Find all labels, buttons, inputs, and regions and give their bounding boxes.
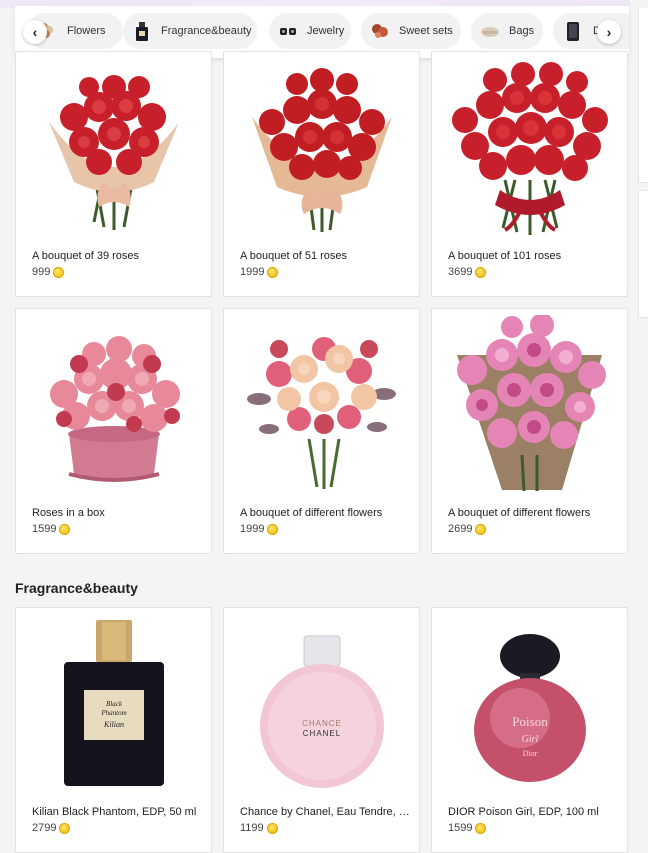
- category-label: Jewelry: [307, 25, 345, 37]
- product-image-kilian-black-phantom: Black Phantom Kilian: [16, 608, 211, 798]
- candy-icon: [369, 19, 391, 43]
- coin-icon: [267, 266, 279, 278]
- product-price: 1599: [32, 523, 71, 535]
- coin-icon: [266, 822, 278, 834]
- category-next-button[interactable]: ›: [597, 20, 621, 44]
- chevron-left-icon: ‹: [32, 24, 38, 40]
- product-card[interactable]: Black Phantom Kilian Kilian Black Phanto…: [15, 607, 212, 853]
- svg-text:Dior: Dior: [522, 749, 537, 758]
- product-image-bouquet-51-roses: [224, 52, 419, 242]
- category-label: Fragrance&beauty: [161, 25, 252, 37]
- category-chip-sweet-sets[interactable]: Sweet sets: [361, 13, 461, 49]
- category-label: Flowers: [67, 25, 106, 37]
- device-icon: [561, 19, 585, 43]
- coin-icon: [475, 523, 487, 535]
- category-label: Bags: [509, 25, 535, 37]
- category-prev-button[interactable]: ‹: [23, 20, 47, 44]
- product-card[interactable]: Poison Girl Dior DIOR Poison Girl, EDP, …: [431, 607, 628, 853]
- product-price: 2799: [32, 822, 71, 834]
- coin-icon: [59, 822, 71, 834]
- coin-icon: [475, 266, 487, 278]
- product-image-mixed-bouquet: [224, 309, 419, 499]
- product-name: A bouquet of different flowers: [448, 507, 591, 519]
- product-image-mixed-bouquet-large: [432, 309, 627, 499]
- section-title-fragrance: Fragrance&beauty: [15, 580, 138, 596]
- product-card[interactable]: CHANCE CHANEL Chance by Chanel, Eau Tend…: [223, 607, 420, 853]
- coin-icon: [475, 822, 487, 834]
- svg-text:Poison: Poison: [512, 714, 548, 729]
- svg-text:CHANCE: CHANCE: [302, 719, 342, 728]
- product-card[interactable]: A bouquet of 101 roses 3699: [431, 51, 628, 297]
- product-image-chanel-chance: CHANCE CHANEL: [224, 608, 419, 798]
- perfume-icon: [131, 19, 153, 43]
- product-name: Roses in a box: [32, 507, 105, 519]
- product-price: 1999: [240, 266, 279, 278]
- product-image-bouquet-39-roses: [16, 52, 211, 242]
- svg-text:Kilian: Kilian: [102, 720, 123, 729]
- bag-icon: [479, 19, 501, 43]
- coin-icon: [267, 523, 279, 535]
- product-name: Kilian Black Phantom, EDP, 50 ml: [32, 806, 197, 818]
- chevron-right-icon: ›: [606, 24, 612, 40]
- svg-text:Phantom: Phantom: [100, 709, 126, 717]
- category-chip-jewelry[interactable]: Jewelry: [269, 13, 351, 49]
- product-price: 999: [32, 266, 65, 278]
- category-chip-fragrance[interactable]: Fragrance&beauty: [123, 13, 257, 49]
- product-image-bouquet-101-roses: [432, 52, 627, 242]
- product-price: 2699: [448, 523, 487, 535]
- product-name: A bouquet of different flowers: [240, 507, 383, 519]
- product-price: 1199: [240, 822, 278, 834]
- product-card[interactable]: A bouquet of 39 roses 999: [15, 51, 212, 297]
- svg-text:Black: Black: [106, 700, 123, 708]
- product-image-dior-poison-girl: Poison Girl Dior: [432, 608, 627, 798]
- product-name: Chance by Chanel, Eau Tendre, EDT: [240, 806, 410, 818]
- jewelry-icon: [277, 19, 299, 43]
- product-card[interactable]: A bouquet of different flowers 1999: [223, 308, 420, 554]
- product-price: 1599: [448, 822, 487, 834]
- product-card[interactable]: A bouquet of different flowers 2699: [431, 308, 628, 554]
- product-image-roses-in-box: [16, 309, 211, 499]
- side-panel-edge-lower: [638, 190, 648, 318]
- product-name: DIOR Poison Girl, EDP, 100 ml: [448, 806, 599, 818]
- product-price: 1999: [240, 523, 279, 535]
- side-panel-edge: [638, 8, 648, 183]
- coin-icon: [59, 523, 71, 535]
- category-label: Sweet sets: [399, 25, 453, 37]
- svg-text:Girl: Girl: [521, 734, 538, 745]
- svg-text:CHANEL: CHANEL: [302, 729, 340, 738]
- product-card[interactable]: A bouquet of 51 roses 1999: [223, 51, 420, 297]
- product-name: A bouquet of 101 roses: [448, 250, 562, 262]
- product-name: A bouquet of 39 roses: [32, 250, 140, 262]
- product-name: A bouquet of 51 roses: [240, 250, 348, 262]
- coin-icon: [53, 266, 65, 278]
- category-chip-bags[interactable]: Bags: [471, 13, 543, 49]
- product-card[interactable]: Roses in a box 1599: [15, 308, 212, 554]
- product-price: 3699: [448, 266, 487, 278]
